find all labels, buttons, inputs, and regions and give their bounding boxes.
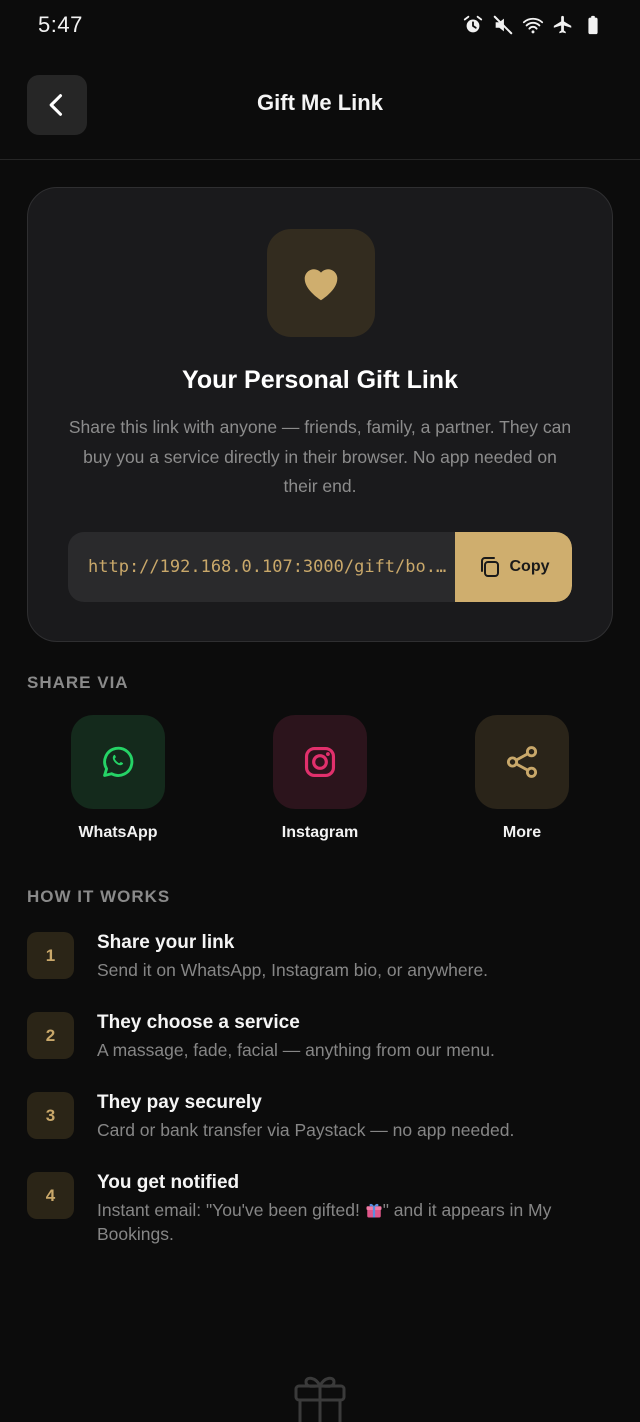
status-bar: 5:47 — [0, 0, 640, 50]
step-title: Share your link — [97, 932, 235, 953]
heart-badge — [267, 229, 375, 337]
step-description: Instant email: "You've been gifted! " an… — [97, 1198, 597, 1246]
instagram-icon — [304, 746, 336, 778]
share-instagram-label: Instagram — [281, 824, 359, 841]
share-whatsapp[interactable]: WhatsApp — [71, 715, 165, 841]
step-number: 3 — [27, 1092, 74, 1139]
step-description: Card or bank transfer via Paystack — no … — [97, 1120, 515, 1140]
step-description: Send it on WhatsApp, Instagram bio, or a… — [97, 960, 489, 980]
gift-link-url[interactable]: http://192.168.0.107:3000/gift/bo... — [68, 532, 455, 602]
how-it-works-heading: HOW IT WORKS — [27, 887, 171, 906]
step-title: They choose a service — [97, 1012, 300, 1033]
card-description: Share this link with anyone — friends, f… — [68, 417, 572, 496]
card-title: Your Personal Gift Link — [182, 366, 458, 394]
gift-link-card: Your Personal Gift Link Share this link … — [27, 187, 613, 642]
airplane-icon — [553, 15, 572, 34]
gift-icon — [294, 1376, 346, 1422]
instagram-button[interactable] — [273, 715, 367, 809]
step-title: You get notified — [97, 1172, 240, 1193]
gift-me-link-screen: 5:47 Gift Me Link Your Personal Gift Lin… — [0, 0, 640, 1422]
wifi-icon — [522, 17, 544, 34]
share-instagram[interactable]: Instagram — [273, 715, 367, 841]
app-header: Gift Me Link — [0, 60, 640, 160]
alarm-icon — [463, 15, 483, 33]
step-description: A massage, fade, facial — anything from … — [97, 1040, 495, 1060]
step-number: 4 — [27, 1172, 74, 1219]
page-title: Gift Me Link — [257, 90, 383, 115]
copy-label: Copy — [509, 558, 550, 575]
share-more[interactable]: More — [475, 715, 569, 841]
step-number: 2 — [27, 1012, 74, 1059]
step-title: They pay securely — [97, 1092, 262, 1113]
copy-icon — [480, 557, 499, 577]
gift-link-url-text: http://192.168.0.107:3000/gift/bo... — [88, 557, 455, 577]
copy-button[interactable]: Copy — [455, 532, 572, 602]
status-time: 5:47 — [38, 12, 83, 37]
more-button[interactable] — [475, 715, 569, 809]
share-via-heading: SHARE VIA — [27, 673, 129, 692]
share-more-label: More — [502, 824, 542, 841]
whatsapp-icon — [103, 746, 134, 777]
share-whatsapp-label: WhatsApp — [78, 824, 158, 841]
share-icon — [506, 746, 538, 778]
whatsapp-button[interactable] — [71, 715, 165, 809]
step-number: 1 — [27, 932, 74, 979]
step-description-start: Instant email: "You've been gifted! — [97, 1200, 365, 1220]
mute-icon — [493, 15, 513, 35]
gift-link-field: http://192.168.0.107:3000/gift/bo... Cop… — [68, 532, 572, 602]
gift-emoji-icon — [366, 1203, 382, 1218]
heart-icon — [304, 269, 338, 301]
battery-icon — [588, 15, 598, 35]
status-icons — [462, 14, 604, 36]
